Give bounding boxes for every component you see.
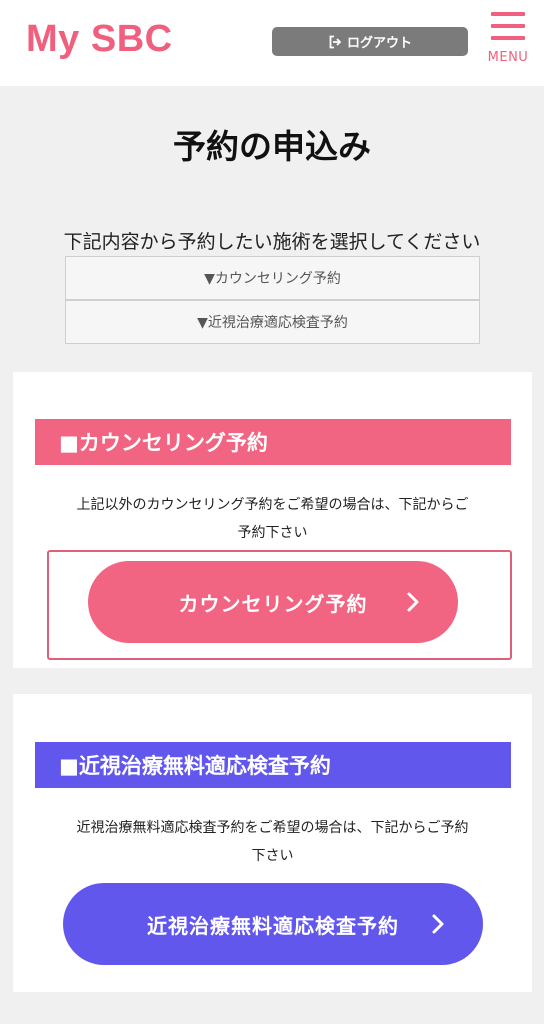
section-heading-counseling: ■カウンセリング予約 — [35, 419, 511, 465]
hamburger-icon — [491, 12, 525, 40]
logout-label: ログアウト — [346, 36, 412, 51]
logout-icon — [329, 35, 342, 48]
counseling-reservation-label: カウンセリング予約 — [178, 591, 368, 616]
myopia-test-reservation-label: 近視治療無料適応検査予約 — [147, 913, 399, 938]
chevron-right-icon — [432, 914, 444, 934]
menu-button[interactable]: MENU — [482, 8, 534, 70]
menu-label: MENU — [487, 50, 529, 65]
myopia-test-reservation-button[interactable]: 近視治療無料適応検査予約 — [63, 883, 483, 965]
counseling-reservation-button[interactable]: カウンセリング予約 — [88, 561, 458, 643]
logo[interactable]: My SBC — [26, 18, 173, 61]
app-header: My SBC ログアウト MENU — [0, 0, 544, 86]
section-description-myopia-test: 近視治療無料適応検査予約をご希望の場合は、下記からご予約 下さい — [76, 820, 469, 864]
section-description-counseling: 上記以外のカウンセリング予約をご希望の場合は、下記からご 予約下さい — [76, 497, 469, 541]
section-heading-myopia-test: ■近視治療無料適応検査予約 — [35, 742, 511, 788]
counseling-section: ■カウンセリング予約 上記以外のカウンセリング予約をご希望の場合は、下記からご … — [13, 372, 532, 668]
myopia-test-section: ■近視治療無料適応検査予約 近視治療無料適応検査予約をご希望の場合は、下記からご… — [13, 694, 532, 992]
page-title: 予約の申込み — [173, 127, 371, 166]
logout-button[interactable]: ログアウト — [272, 27, 468, 56]
anchor-link-counseling[interactable]: ▼カウンセリング予約 — [65, 256, 480, 300]
chevron-right-icon — [407, 592, 419, 612]
anchor-link-myopia-test[interactable]: ▼近視治療適応検査予約 — [65, 300, 480, 344]
intro-text: 下記内容から予約したい施術を選択してください — [63, 231, 481, 253]
